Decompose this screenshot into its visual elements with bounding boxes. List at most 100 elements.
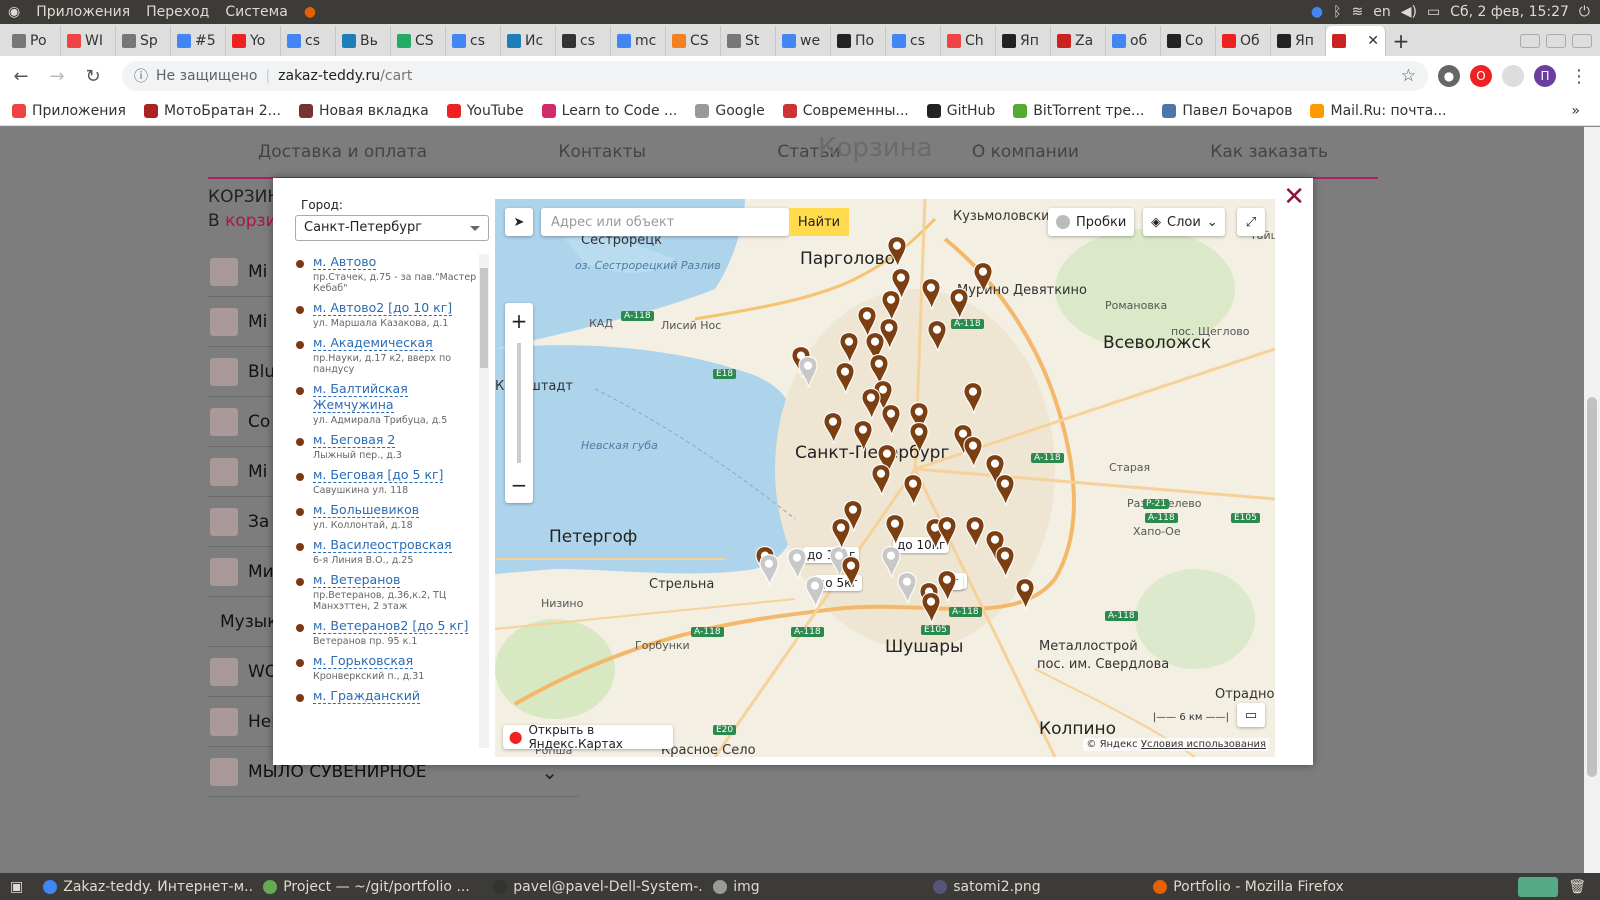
taskbar-item[interactable]: Portfolio - Mozilla Firefox <box>1143 873 1403 900</box>
map-pin-icon[interactable] <box>798 355 818 389</box>
menu-dots-icon[interactable]: ⋮ <box>1566 66 1592 87</box>
forward-icon[interactable]: → <box>44 66 70 87</box>
reload-icon[interactable]: ↻ <box>80 66 106 87</box>
more-bookmarks-icon[interactable]: » <box>1571 103 1600 119</box>
browser-tab[interactable]: cs <box>281 26 336 56</box>
nav-how-to-order[interactable]: Как заказать <box>1210 142 1328 162</box>
map-pin-icon[interactable] <box>1015 577 1035 611</box>
map-pin-icon[interactable] <box>861 387 881 421</box>
firefox-launcher-icon[interactable]: ● <box>296 4 324 20</box>
pickup-point-title[interactable]: м. Беговая [до 5 кг] <box>313 467 444 483</box>
bookmark-item[interactable]: Современны... <box>782 103 909 119</box>
browser-tab[interactable]: Yo <box>226 26 281 56</box>
zoom-slider[interactable] <box>517 343 521 463</box>
pickup-point-title[interactable]: м. Гражданский <box>313 688 421 704</box>
browser-tab[interactable]: об <box>1106 26 1161 56</box>
browser-tab[interactable]: Яп <box>1271 26 1326 56</box>
map-pin-icon[interactable] <box>927 319 947 353</box>
browser-tab[interactable]: Об <box>1216 26 1271 56</box>
bookmark-item[interactable]: Павел Бочаров <box>1162 103 1292 119</box>
map-find-button[interactable]: Найти <box>789 208 849 236</box>
browser-tab[interactable]: #5 <box>171 26 226 56</box>
map-pin-icon[interactable] <box>963 381 983 415</box>
pickup-point-title[interactable]: м. Академическая <box>313 335 433 351</box>
bookmark-item[interactable]: Mail.Ru: почта... <box>1310 103 1447 119</box>
keyboard-layout[interactable]: en <box>1373 4 1391 20</box>
extension-gray-icon[interactable] <box>1502 65 1524 87</box>
map-pin-icon[interactable] <box>887 235 907 269</box>
map-pin-icon[interactable] <box>937 515 957 549</box>
clock[interactable]: Сб, 2 фев, 15:27 <box>1450 4 1569 20</box>
map-pin-icon[interactable] <box>841 555 861 589</box>
list-scrollbar[interactable] <box>479 254 489 748</box>
map-pin-icon[interactable] <box>853 419 873 453</box>
maximize-icon[interactable] <box>1546 34 1566 48</box>
map-pin-icon[interactable] <box>831 517 851 551</box>
pickup-point-item[interactable]: м. Большевиков ул. Коллонтай, д.18 <box>291 502 491 531</box>
city-select[interactable]: Санкт-Петербург <box>295 215 489 241</box>
map-pin-icon[interactable] <box>921 591 941 625</box>
pickup-point-title[interactable]: м. Ветеранов <box>313 572 401 588</box>
browser-tab[interactable]: WI <box>61 26 116 56</box>
browser-tab[interactable]: we <box>776 26 831 56</box>
map-pin-icon[interactable] <box>909 421 929 455</box>
browser-tab[interactable]: Co <box>1161 26 1216 56</box>
pickup-point-item[interactable]: м. Академическая пр.Науки, д.17 к2, вверх… <box>291 335 491 375</box>
bookmark-item[interactable]: Learn to Code ... <box>541 103 677 119</box>
bookmark-item[interactable]: Приложения <box>12 103 126 119</box>
bookmark-star-icon[interactable]: ☆ <box>1401 66 1416 86</box>
list-scrollbar-thumb[interactable] <box>480 268 488 368</box>
tab-close-icon[interactable]: ✕ <box>1367 33 1379 49</box>
browser-tab[interactable]: cs <box>556 26 611 56</box>
close-icon[interactable]: ✕ <box>1283 184 1305 210</box>
map-pin-icon[interactable] <box>995 473 1015 507</box>
browser-tab[interactable]: Вь <box>336 26 391 56</box>
pickup-point-item[interactable]: м. Горьковская Кронверкский п., д.31 <box>291 653 491 682</box>
map-pin-icon[interactable] <box>835 361 855 395</box>
map-pin-icon[interactable] <box>949 287 969 321</box>
address-bar[interactable]: ⓘ Не защищено | zakaz-teddy.ru/cart ☆ <box>122 61 1428 91</box>
browser-tab[interactable]: St <box>721 26 776 56</box>
open-in-yandex-maps[interactable]: ⬤ Открыть в Яндекс.Картах <box>503 723 673 751</box>
map-pin-icon[interactable] <box>965 515 985 549</box>
menu-go[interactable]: Переход <box>138 4 217 20</box>
map-pin-icon[interactable] <box>805 575 825 609</box>
map-pin-icon[interactable] <box>973 261 993 295</box>
pickup-point-title[interactable]: м. Большевиков <box>313 502 420 518</box>
browser-tab[interactable]: Za <box>1051 26 1106 56</box>
map-pin-icon[interactable] <box>881 403 901 437</box>
fullscreen-icon[interactable]: ⤢ <box>1237 208 1265 236</box>
pickup-point-item[interactable]: м. Ветеранов2 [до 5 кг] Ветеранов пр. 95 … <box>291 618 491 647</box>
yandex-map[interactable]: Кузьмоловский Сестрорецк Парголово Девяткин… <box>495 199 1275 757</box>
pickup-point-title[interactable]: м. Горьковская <box>313 653 414 669</box>
profile-avatar[interactable]: П <box>1534 65 1556 87</box>
pickup-point-title[interactable]: м. Ветеранов2 [до 5 кг] <box>313 618 469 634</box>
map-pin-icon[interactable] <box>995 545 1015 579</box>
new-tab-icon[interactable]: + <box>1386 26 1416 56</box>
menu-system[interactable]: Система <box>217 4 295 20</box>
nav-contacts[interactable]: Контакты <box>558 142 646 162</box>
pickup-point-item[interactable]: м. Василеостровская 6-я Линия В.О., д.25 <box>291 537 491 566</box>
bookmark-item[interactable]: МотоБратан 2... <box>143 103 281 119</box>
map-pin-icon[interactable] <box>963 435 983 469</box>
pickup-point-title[interactable]: м. Автово2 [до 10 кг] <box>313 300 453 316</box>
info-icon[interactable]: ⓘ <box>134 66 148 86</box>
chrome-tray-icon[interactable]: ● <box>1311 4 1323 20</box>
layers-button[interactable]: ◈ Слои ⌄ <box>1143 208 1225 236</box>
bookmark-item[interactable]: GitHub <box>926 103 995 119</box>
pickup-point-item[interactable]: м. Гражданский <box>291 688 491 704</box>
map-pin-icon[interactable] <box>897 571 917 605</box>
pickup-point-title[interactable]: м. Автово <box>313 254 377 270</box>
nav-delivery[interactable]: Доставка и оплата <box>258 142 427 162</box>
browser-tab[interactable]: CS <box>391 26 446 56</box>
pickup-point-item[interactable]: м. Балтийская Жемчужина ул. Адмирала Триб… <box>291 381 491 426</box>
browser-tab[interactable]: mc <box>611 26 666 56</box>
ubuntu-icon[interactable]: ◉ <box>0 4 28 20</box>
bookmark-item[interactable]: Google <box>695 103 765 119</box>
pickup-point-title[interactable]: м. Балтийская Жемчужина <box>313 381 408 413</box>
bookmark-item[interactable]: BitTorrent тре... <box>1013 103 1144 119</box>
browser-tab[interactable]: По <box>831 26 886 56</box>
nav-about[interactable]: О компании <box>972 142 1079 162</box>
back-icon[interactable]: ← <box>8 66 34 87</box>
geolocation-icon[interactable]: ➤ <box>505 208 533 236</box>
